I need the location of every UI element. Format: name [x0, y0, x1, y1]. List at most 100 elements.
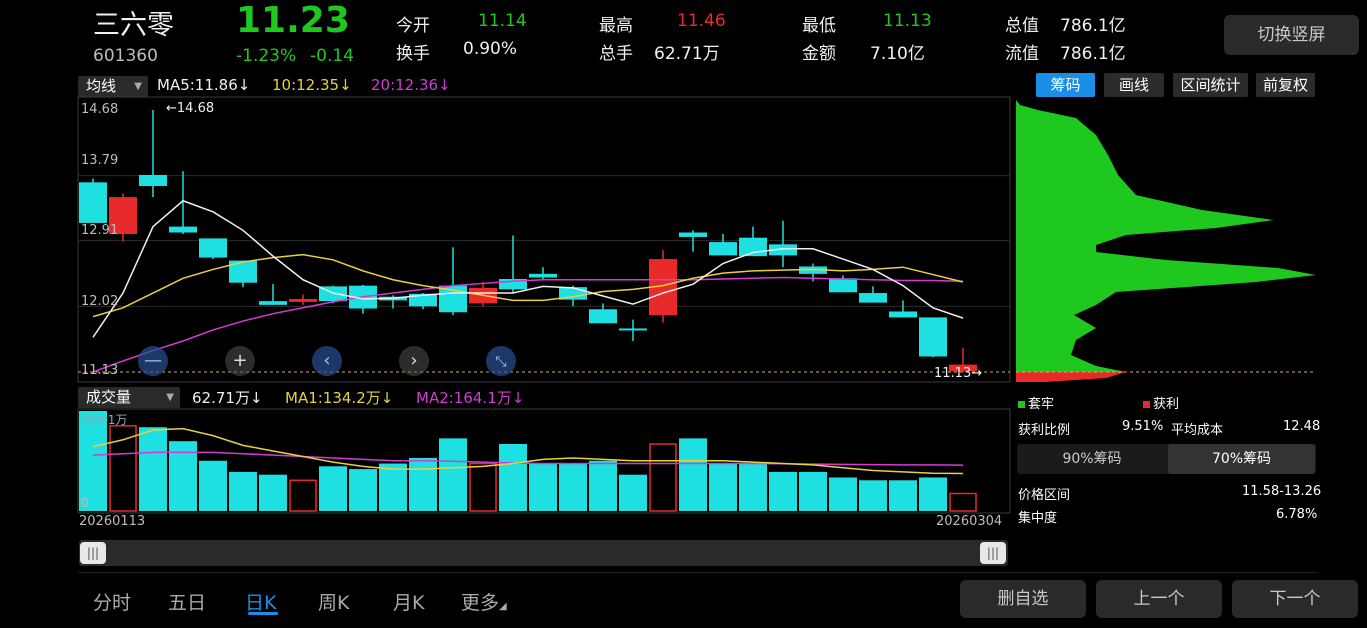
float-value: 786.1亿 — [1060, 44, 1126, 64]
volume-value: 62.71万 — [192, 389, 250, 407]
previous-stock-button[interactable]: 上一个 — [1096, 580, 1222, 618]
kline-chart[interactable] — [77, 96, 1011, 383]
next-stock-button[interactable]: 下一个 — [1232, 580, 1358, 618]
volume-bar — [949, 492, 977, 512]
tab-daily-k[interactable]: 日K — [245, 588, 276, 615]
tab-range-stats[interactable]: 区间统计 — [1173, 73, 1248, 97]
avg-cost-label: 平均成本 — [1171, 423, 1224, 438]
mktcap-value: 786.1亿 — [1060, 16, 1126, 36]
range-slider-right-handle[interactable]: ||| — [980, 542, 1006, 564]
tab-weekly-k[interactable]: 周K — [318, 588, 349, 615]
volume-bar — [709, 463, 737, 511]
candle — [199, 238, 227, 258]
volume-max-label: 358.1万 — [81, 413, 128, 427]
stock-code: 601360 — [93, 46, 158, 66]
candle — [619, 328, 647, 331]
volume-bar — [799, 471, 827, 511]
volume-bar — [139, 427, 167, 511]
ma5-readout: MA5:11.86↓ — [157, 76, 250, 94]
mktcap-label: 总值 — [1005, 16, 1039, 36]
vol-ma2-readout: MA2:164.1万↓ — [416, 387, 524, 408]
chevron-right-icon: › — [410, 350, 418, 371]
volume-select-label: 成交量 — [86, 388, 132, 406]
chevron-left-icon: ‹ — [323, 350, 331, 371]
remove-watchlist-button[interactable]: 删自选 — [960, 580, 1086, 618]
vol-ma1-value: MA1:134.2万 — [285, 389, 381, 407]
volume-bar — [409, 457, 437, 511]
date-start-label: 20260113 — [79, 514, 146, 529]
concentration-label: 集中度 — [1018, 511, 1058, 526]
vol-ma2-value: MA2:164.1万 — [416, 389, 512, 407]
tab-intraday[interactable]: 分时 — [93, 588, 131, 615]
change-percent: -1.23% — [236, 46, 297, 66]
volume-value: 62.71万 — [654, 44, 720, 64]
low-value: 11.13 — [883, 11, 932, 31]
volume-readout: 62.71万↓ — [192, 387, 263, 408]
tab-five-day[interactable]: 五日 — [168, 588, 206, 615]
minus-icon: — — [144, 350, 162, 371]
scroll-right-button[interactable]: › — [399, 346, 429, 376]
volume-bar — [559, 463, 587, 511]
ma20-readout: 20:12.36↓ — [371, 76, 451, 94]
dropdown-triangle-icon: ▼ — [134, 81, 142, 92]
last-price-marker: 11.13→ — [934, 366, 983, 381]
volume-bar — [319, 466, 347, 511]
collapse-arrows-icon: ⤡ — [495, 354, 507, 370]
candle — [739, 237, 767, 257]
ma10-value: 10:12.35 — [272, 76, 340, 94]
collapse-button[interactable]: ⤡ — [486, 346, 516, 376]
indicator-select-label: 均线 — [86, 77, 117, 95]
ma5-arrow-icon: ↓ — [237, 76, 251, 94]
ma10-readout: 10:12.35↓ — [272, 76, 352, 94]
candle — [859, 293, 887, 303]
amount-label: 金额 — [802, 44, 836, 64]
amount-value: 7.10亿 — [870, 44, 925, 64]
candle — [139, 174, 167, 187]
tab-chips[interactable]: 筹码 — [1036, 73, 1095, 97]
avg-cost-value: 12.48 — [1283, 419, 1321, 434]
price-tick-label: 14.68 — [81, 102, 119, 117]
candle — [829, 278, 857, 293]
high-label: 最高 — [599, 16, 633, 36]
volume-indicator-select[interactable]: 成交量 ▼ — [78, 387, 180, 408]
stock-name: 三六零 — [93, 10, 174, 41]
volume-bar — [199, 460, 227, 511]
candle — [679, 232, 707, 237]
volume-bar — [679, 438, 707, 511]
segment-70-percent[interactable]: 70%筹码 — [1168, 444, 1315, 474]
candle — [529, 273, 557, 278]
high-value: 11.46 — [677, 11, 726, 31]
tab-more[interactable]: 更多◢ — [461, 588, 507, 615]
tab-forward-adjust[interactable]: 前复权 — [1256, 73, 1315, 97]
price-tick-label: 13.79 — [81, 153, 119, 168]
zoom-in-button[interactable]: + — [225, 346, 255, 376]
low-label: 最低 — [802, 16, 836, 36]
volume-bar — [649, 443, 677, 512]
price-range-label: 价格区间 — [1018, 488, 1071, 503]
volume-bar — [469, 462, 497, 512]
plus-icon: + — [232, 350, 248, 371]
volume-bar — [619, 474, 647, 511]
range-slider-track[interactable] — [79, 540, 1008, 566]
indicator-select[interactable]: 均线 ▼ — [78, 76, 148, 97]
volume-chart[interactable] — [77, 408, 1011, 514]
zoom-out-button[interactable]: — — [138, 346, 168, 376]
scroll-left-button[interactable]: ‹ — [312, 346, 342, 376]
toggle-portrait-button[interactable]: 切换竖屏 — [1224, 15, 1359, 55]
float-label: 流值 — [1005, 44, 1039, 64]
segment-90-percent[interactable]: 90%筹码 — [1018, 444, 1166, 474]
ma10-arrow-icon: ↓ — [339, 76, 352, 94]
volume-bar — [889, 480, 917, 511]
current-price: 11.23 — [236, 0, 350, 41]
volume-bar — [439, 438, 467, 511]
candle — [259, 301, 287, 305]
price-tick-label: 12.91 — [81, 223, 119, 238]
tab-monthly-k[interactable]: 月K — [393, 588, 424, 615]
chip-profit-area — [1016, 372, 1126, 382]
divider — [78, 572, 1318, 573]
range-slider-left-handle[interactable]: ||| — [80, 542, 106, 564]
tab-more-label: 更多 — [461, 592, 500, 614]
volume-zero-label: 0 — [81, 496, 89, 510]
volume-bar — [529, 463, 557, 511]
tab-draw-line[interactable]: 画线 — [1104, 73, 1164, 97]
